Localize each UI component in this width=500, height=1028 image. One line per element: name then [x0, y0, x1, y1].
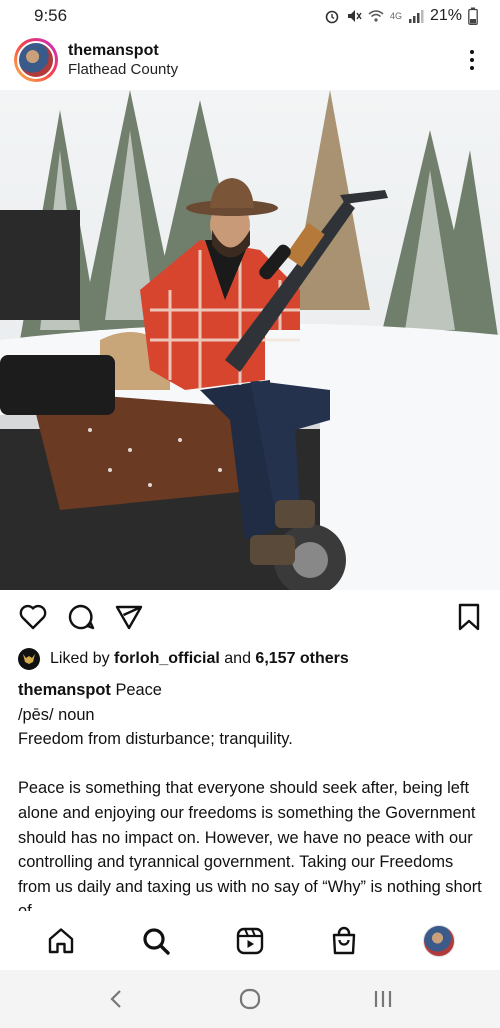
post-caption: themanspot Peace /pēs/ noun Freedom from…: [18, 678, 488, 911]
more-options-icon[interactable]: [460, 46, 484, 74]
profile-avatar[interactable]: [422, 924, 456, 958]
status-indicators: 4G 21%: [324, 7, 478, 25]
post-header: themanspot Flathead County: [0, 32, 500, 88]
back-icon[interactable]: [100, 982, 134, 1016]
bottom-navigation: [0, 912, 500, 970]
post-username[interactable]: themanspot: [68, 41, 178, 61]
bookmark-icon[interactable]: [454, 602, 484, 632]
alarm-icon: [325, 10, 339, 24]
likes-middle: and: [219, 650, 256, 667]
status-bar: 9:56 4G 21%: [0, 0, 500, 32]
recents-icon[interactable]: [366, 982, 400, 1016]
search-icon[interactable]: [139, 924, 173, 958]
post-photo[interactable]: [0, 90, 500, 590]
post-image-illustration: [0, 90, 500, 590]
network-type: 4G: [389, 11, 402, 21]
wifi-icon: [368, 10, 384, 22]
battery-percent: 21%: [429, 7, 462, 24]
home-circle-icon[interactable]: [233, 982, 267, 1016]
likes-count[interactable]: 6,157 others: [255, 650, 348, 668]
caption-line-2: /pēs/ noun: [18, 705, 95, 724]
liked-by-user[interactable]: forloh_official: [114, 650, 220, 668]
status-time: 9:56: [34, 6, 68, 25]
post-avatar[interactable]: [14, 38, 58, 82]
heart-icon[interactable]: [18, 602, 48, 632]
likes-prefix: Liked by: [50, 650, 115, 667]
send-icon[interactable]: [114, 602, 144, 632]
liker-avatar: [18, 648, 40, 670]
caption-line-1: Peace: [115, 681, 162, 699]
caption-line-4: [18, 752, 488, 777]
system-navigation: [0, 970, 500, 1028]
caption-line-3: Freedom from disturbance; tranquility.: [18, 730, 293, 749]
post-actions: [0, 598, 500, 640]
likes-summary[interactable]: Liked by forloh_official and 6,157 other…: [18, 648, 349, 670]
caption-body: Peace is something that everyone should …: [18, 779, 482, 911]
reels-icon[interactable]: [233, 924, 267, 958]
caption-username[interactable]: themanspot: [18, 681, 111, 699]
battery-icon: [468, 7, 478, 25]
comment-icon[interactable]: [66, 602, 96, 632]
mute-icon: [347, 10, 362, 22]
post-location[interactable]: Flathead County: [68, 61, 178, 80]
signal-icon: [408, 10, 424, 23]
shop-icon[interactable]: [327, 924, 361, 958]
home-icon[interactable]: [44, 924, 78, 958]
